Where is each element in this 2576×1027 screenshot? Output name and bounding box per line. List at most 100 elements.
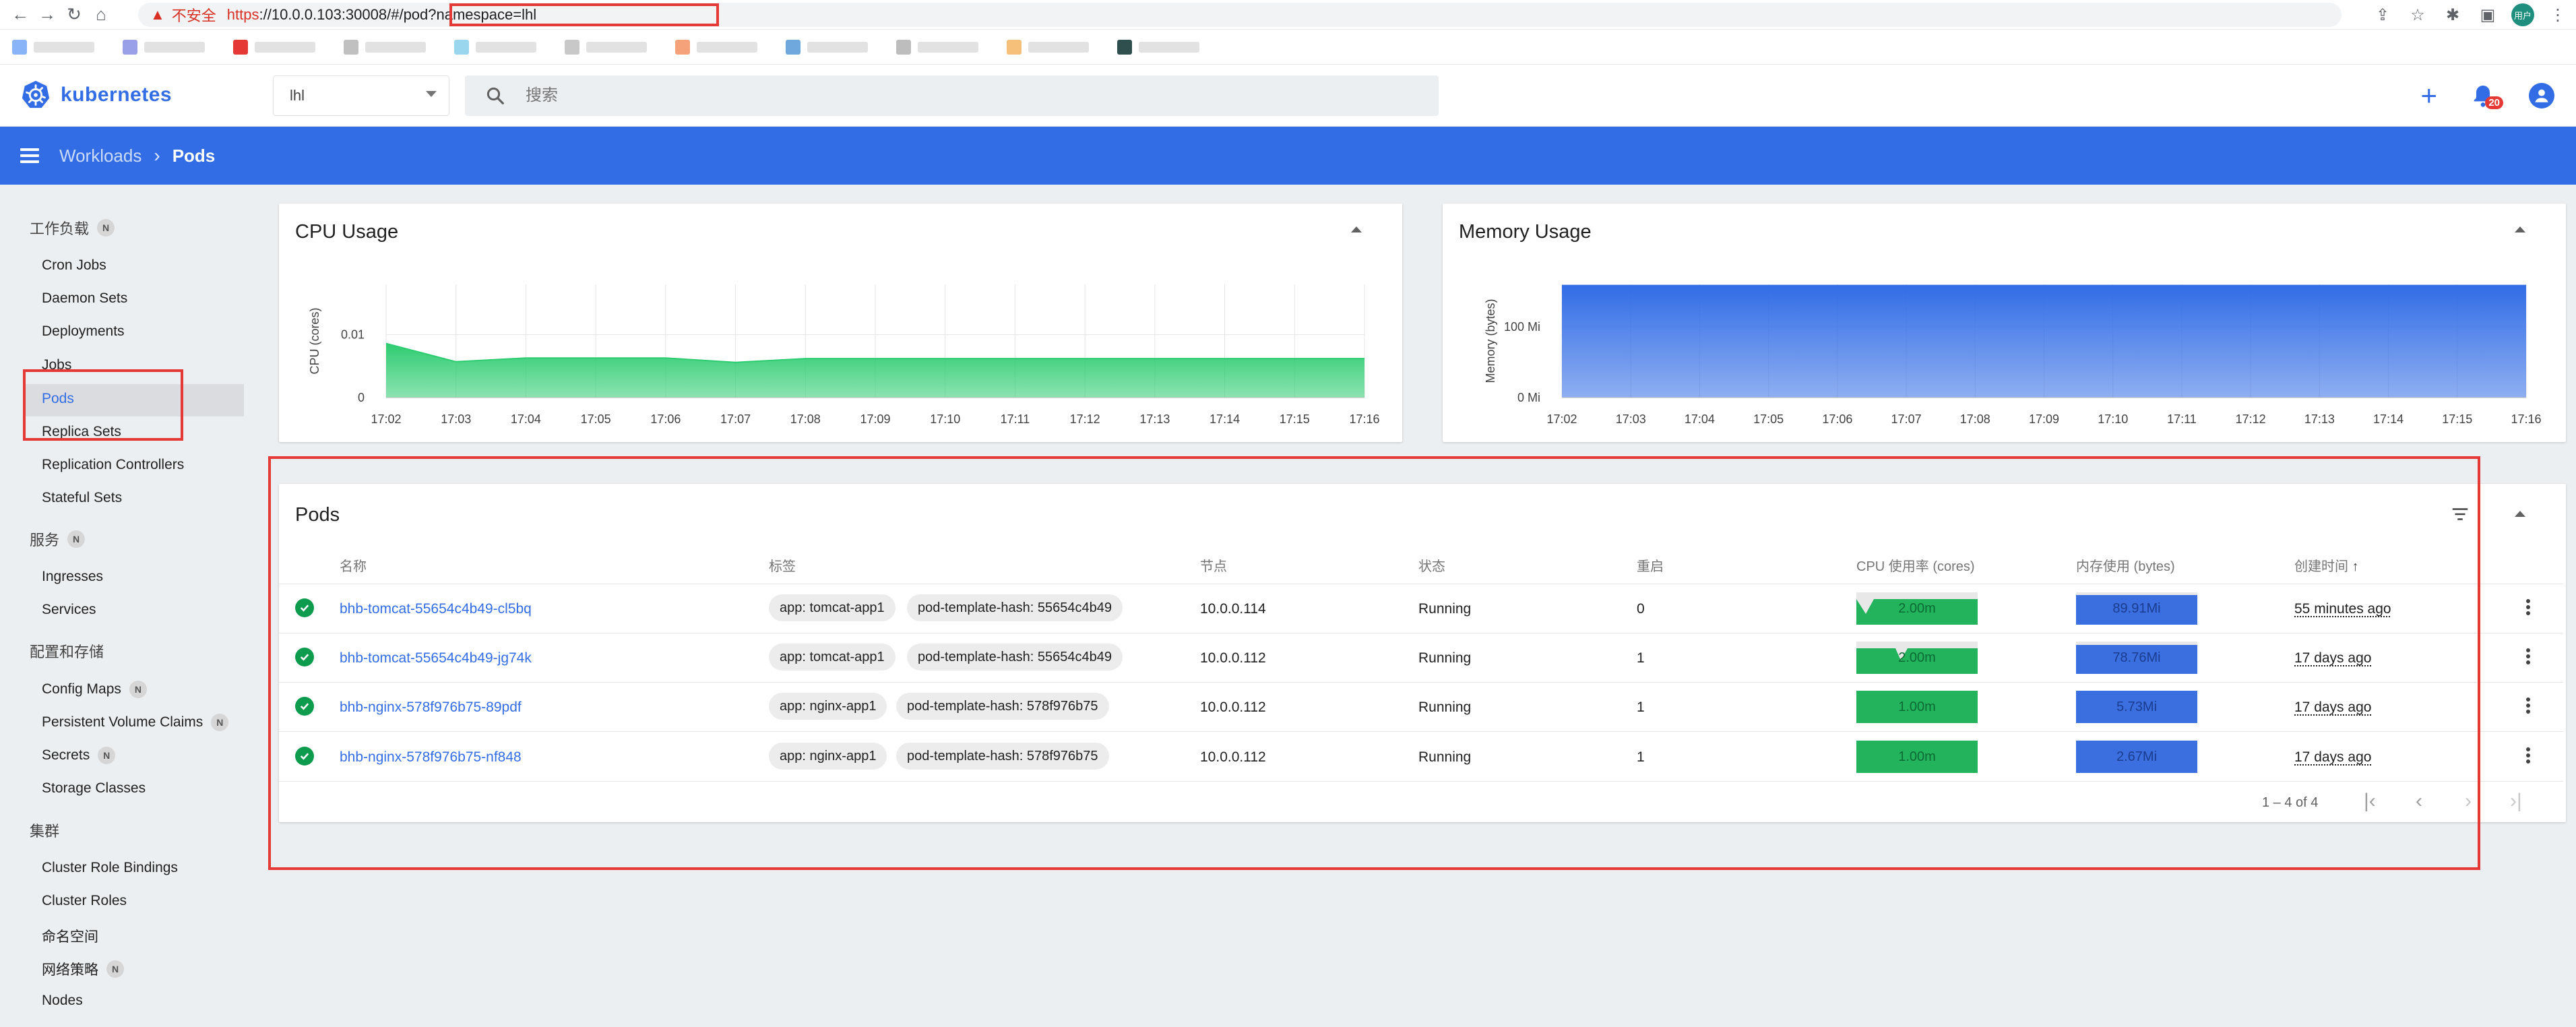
y-axis-label: Memory (bytes)	[1484, 299, 1497, 383]
sidebar-item-secrets[interactable]: Secrets N	[42, 747, 116, 764]
bookmark-item[interactable]	[675, 39, 757, 55]
sidebar-item-services[interactable]: Services	[42, 602, 96, 618]
x-tick-label: 17:04	[511, 412, 541, 426]
bookmark-item[interactable]	[1007, 39, 1089, 55]
sidebar-item-config-maps[interactable]: Config Maps N	[42, 681, 147, 698]
sidebar-item-cluster-roles[interactable]: Cluster Roles	[42, 893, 127, 909]
row-actions-icon[interactable]	[2526, 695, 2532, 716]
sidebar-item-label: Cluster Roles	[42, 893, 127, 908]
sidebar-group-label: 工作负载	[30, 220, 90, 237]
sidebar-item-label: Persistent Volume Claims	[42, 714, 203, 730]
brand[interactable]: kubernetes	[20, 80, 172, 111]
bookmark-item[interactable]	[123, 39, 205, 55]
profile-avatar[interactable]: 用户	[2511, 3, 2534, 26]
new-badge: N	[98, 747, 116, 764]
home-icon[interactable]: ⌂	[88, 0, 115, 30]
insecure-label: 不安全	[171, 7, 216, 24]
bookmark-item[interactable]	[233, 39, 315, 55]
warning-icon: ▲	[150, 6, 165, 23]
sidebar-item-label: Services	[42, 602, 96, 617]
x-tick-label: 17:02	[1546, 412, 1577, 426]
sidebar-item-nodes[interactable]: Nodes	[42, 993, 83, 1009]
sidebar-group-label: 集群	[30, 823, 60, 840]
sidebar-item-replication-controllers[interactable]: Replication Controllers	[42, 457, 184, 473]
address-bar[interactable]: ▲ 不安全 https://10.0.0.103:30008/#/pod?nam…	[138, 3, 2342, 27]
notifications-icon[interactable]: 20	[2470, 82, 2503, 109]
collapse-caret-icon[interactable]	[2515, 511, 2525, 517]
bookmark-item[interactable]	[344, 39, 426, 55]
x-tick-label: 17:11	[1001, 412, 1030, 426]
user-icon	[2535, 89, 2548, 102]
new-badge: N	[106, 960, 124, 978]
x-tick-label: 17:14	[2373, 412, 2404, 426]
bookmark-item[interactable]	[1117, 39, 1199, 55]
search-input[interactable]	[526, 86, 1402, 105]
sidebar-group-label: 服务	[30, 532, 60, 549]
bookmark-item[interactable]	[565, 39, 647, 55]
sidebar-group-label: 配置和存储	[30, 644, 104, 660]
sidebar-item-label: Deployments	[42, 323, 125, 339]
search-box[interactable]	[465, 75, 1439, 116]
memory-usage-card: Memory Usage 17:02 17:03 17:04 17:05 17:06 17…	[1443, 204, 2566, 442]
row-actions-icon[interactable]	[2526, 597, 2532, 617]
bookmark-item[interactable]	[896, 39, 978, 55]
series-area	[1562, 285, 2526, 398]
notification-badge: 20	[2485, 96, 2503, 109]
memory-chart: 17:02 17:03 17:04 17:05 17:06 17:07 17:08 17:09…	[1484, 284, 2542, 426]
sidebar-item-daemon-sets[interactable]: Daemon Sets	[42, 290, 127, 307]
sidebar-item-cron-jobs[interactable]: Cron Jobs	[42, 257, 106, 274]
sidebar-group-workloads[interactable]: 工作负载 N	[30, 217, 115, 239]
app-toolbar: kubernetes lhl + 20	[0, 65, 2576, 127]
namespace-select[interactable]: lhl	[273, 75, 449, 116]
bookmark-item[interactable]	[786, 39, 868, 55]
browser-menu-icon[interactable]: ⋮	[2546, 3, 2569, 26]
sidebar-item-network-policies[interactable]: 网络策略 N	[42, 959, 124, 979]
sidebar-group-services[interactable]: 服务 N	[30, 528, 86, 550]
x-tick-label: 17:13	[2304, 412, 2335, 426]
x-tick-label: 17:11	[2167, 412, 2197, 426]
row-actions-icon[interactable]	[2526, 745, 2532, 766]
x-tick-label: 17:07	[1891, 412, 1922, 426]
sidebar-item-label: 网络策略	[42, 962, 98, 978]
extensions-icon[interactable]: ✱	[2441, 3, 2464, 26]
bookmark-item[interactable]	[12, 39, 94, 55]
brand-name: kubernetes	[61, 84, 172, 106]
create-plus-icon[interactable]: +	[2420, 82, 2437, 110]
x-tick-label: 17:13	[1139, 412, 1170, 426]
page-title: Pods	[172, 145, 216, 166]
row-actions-icon[interactable]	[2526, 646, 2532, 666]
sidebar-item-label: Daemon Sets	[42, 290, 128, 306]
x-tick-label: 17:15	[1280, 412, 1310, 426]
x-tick-label: 17:16	[2511, 412, 2541, 426]
back-icon[interactable]: ←	[7, 0, 34, 30]
bookmark-star-icon[interactable]: ☆	[2406, 3, 2429, 26]
menu-icon[interactable]	[20, 145, 39, 166]
share-icon[interactable]: ⇪	[2371, 3, 2394, 26]
sidebar-item-label: Config Maps	[42, 681, 121, 697]
sidebar-group-config-storage[interactable]: 配置和存储	[30, 640, 104, 662]
sidebar-item-deployments[interactable]: Deployments	[42, 323, 125, 340]
sidebar-item-namespaces[interactable]: 命名空间	[42, 926, 98, 946]
bookmark-item[interactable]	[454, 39, 536, 55]
sidebar-item-storage-classes[interactable]: Storage Classes	[42, 780, 146, 797]
x-tick-label: 17:07	[720, 412, 751, 426]
x-tick-label: 17:03	[441, 412, 471, 426]
sidepanel-icon[interactable]: ▣	[2476, 3, 2499, 26]
new-badge: N	[97, 219, 115, 237]
x-tick-label: 17:10	[930, 412, 960, 426]
x-tick-label: 17:10	[2098, 412, 2128, 426]
sidebar-item-stateful-sets[interactable]: Stateful Sets	[42, 490, 122, 506]
sidebar-item-ingresses[interactable]: Ingresses	[42, 569, 103, 585]
x-tick-label: 17:04	[1685, 412, 1715, 426]
sidebar-group-cluster[interactable]: 集群	[30, 819, 59, 841]
forward-icon[interactable]: →	[34, 0, 61, 30]
browser-toolbar: ← → ↻ ⌂ ▲ 不安全 https://10.0.0.103:30008/#…	[0, 0, 2576, 30]
sidebar-item-persistent-volume-claims[interactable]: Persistent Volume Claims N	[42, 714, 229, 731]
sidebar-item-label: 命名空间	[42, 929, 98, 945]
x-tick-label: 17:14	[1210, 412, 1240, 426]
sidebar-item-cluster-role-bindings[interactable]: Cluster Role Bindings	[42, 860, 178, 876]
reload-icon[interactable]: ↻	[61, 0, 88, 30]
account-icon[interactable]	[2529, 83, 2554, 108]
breadcrumb-workloads[interactable]: Workloads	[59, 146, 142, 166]
last-page-icon[interactable]: ›|	[2510, 790, 2522, 813]
